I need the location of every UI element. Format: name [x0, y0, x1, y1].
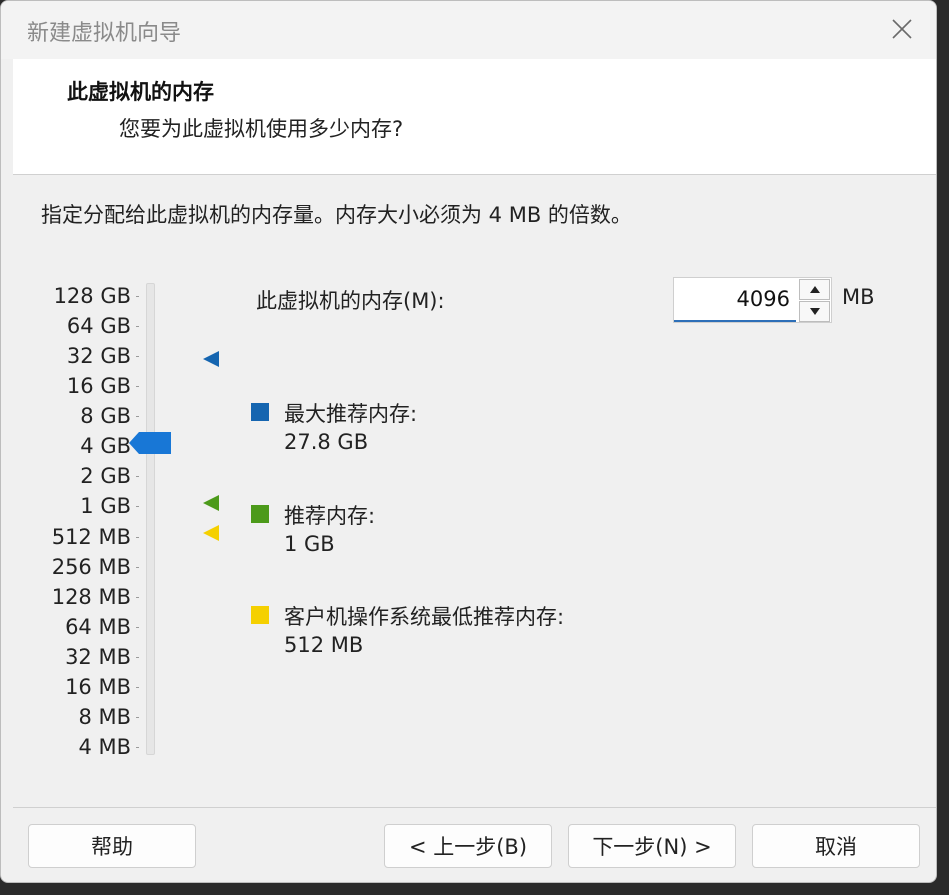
scale-tick [136, 657, 139, 658]
scale-tick [136, 506, 139, 507]
close-button[interactable] [880, 9, 924, 49]
min-recommended-square-icon [251, 606, 269, 624]
recommended-square-icon [251, 505, 269, 523]
recommended-value: 1 GB [284, 532, 335, 556]
cancel-button[interactable]: 取消 [752, 824, 920, 868]
triangle-up-icon [809, 286, 820, 293]
next-button[interactable]: 下一步(N) > [568, 824, 736, 868]
recommended-title: 推荐内存: [284, 504, 376, 528]
page-title: 此虚拟机的内存 [67, 80, 214, 104]
scale-tick [136, 386, 139, 387]
memory-spinbox [673, 277, 832, 323]
close-icon [892, 19, 912, 39]
scale-label: 4 MB [78, 735, 131, 759]
scale-label: 16 MB [65, 675, 131, 699]
header-panel: 此虚拟机的内存 您要为此虚拟机使用多少内存? [13, 59, 936, 175]
content-panel: 指定分配给此虚拟机的内存量。内存大小必须为 4 MB 的倍数。 128 GB 6… [13, 175, 936, 808]
recommended-marker-icon [203, 495, 219, 511]
scale-tick [136, 717, 139, 718]
spin-up-button[interactable] [799, 279, 830, 300]
scale-label: 16 GB [66, 374, 131, 398]
memory-slider-track[interactable] [146, 283, 155, 755]
scale-label: 2 GB [80, 464, 131, 488]
scale-tick [136, 537, 139, 538]
scale-label: 64 MB [65, 615, 131, 639]
memory-label: 此虚拟机的内存(M): [256, 289, 445, 313]
wizard-window: 新建虚拟机向导 此虚拟机的内存 您要为此虚拟机使用多少内存? 指定分配给此虚拟机… [0, 0, 937, 883]
scale-tick [136, 476, 139, 477]
scale-tick [136, 326, 139, 327]
scale-label: 32 GB [66, 344, 131, 368]
triangle-down-icon [809, 308, 820, 315]
min-recommended-marker-icon [203, 525, 219, 541]
memory-slider-thumb[interactable] [129, 432, 171, 454]
scale-label: 128 MB [51, 585, 131, 609]
page-subtitle: 您要为此虚拟机使用多少内存? [119, 117, 404, 141]
help-button[interactable]: 帮助 [28, 824, 196, 868]
spin-down-button[interactable] [799, 301, 830, 322]
scale-tick [136, 687, 139, 688]
scale-tick [136, 567, 139, 568]
scale-tick [136, 296, 139, 297]
scale-tick [136, 356, 139, 357]
scale-tick [136, 627, 139, 628]
scale-label: 64 GB [66, 314, 131, 338]
scale-label: 32 MB [65, 645, 131, 669]
max-recommended-square-icon [251, 403, 269, 421]
scale-label: 256 MB [51, 555, 131, 579]
scale-label: 128 GB [53, 284, 131, 308]
scale-tick [136, 747, 139, 748]
memory-input[interactable] [674, 278, 796, 322]
title-bar: 新建虚拟机向导 [1, 1, 936, 59]
scale-tick [136, 597, 139, 598]
scale-label: 8 GB [80, 404, 131, 428]
max-recommended-value: 27.8 GB [284, 430, 369, 454]
max-recommended-title: 最大推荐内存: [284, 402, 418, 426]
max-recommended-marker-icon [203, 351, 219, 367]
min-recommended-title: 客户机操作系统最低推荐内存: [284, 605, 565, 629]
instruction-text: 指定分配给此虚拟机的内存量。内存大小必须为 4 MB 的倍数。 [41, 203, 632, 227]
window-title: 新建虚拟机向导 [27, 21, 182, 46]
min-recommended-value: 512 MB [284, 633, 364, 657]
memory-unit: MB [842, 285, 875, 309]
scale-label: 512 MB [51, 525, 131, 549]
scale-label: 8 MB [78, 705, 131, 729]
scale-tick [136, 416, 139, 417]
scale-label: 4 GB [80, 434, 131, 458]
back-button[interactable]: < 上一步(B) [384, 824, 552, 868]
scale-label: 1 GB [80, 494, 131, 518]
